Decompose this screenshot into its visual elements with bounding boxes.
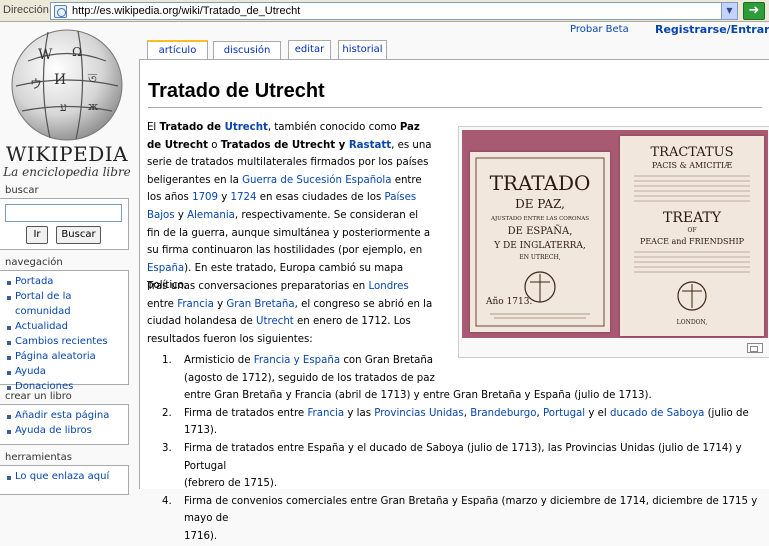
search-heading: buscar: [3, 185, 41, 196]
article-content: Tratado de Utrecht El Tratado de Utrecht…: [139, 59, 769, 542]
link-rastatt[interactable]: Rastatt: [349, 140, 391, 151]
left-book-page: TRATADO DE PAZ, AJUSTADO ENTRE LAS CORON…: [470, 152, 610, 332]
link-brandeburgo[interactable]: Brandeburgo: [470, 408, 536, 419]
crear-item-anadir[interactable]: Añadir esta página: [6, 408, 128, 423]
url-input[interactable]: http://es.wikipedia.org/wiki/Tratado_de_…: [50, 2, 738, 20]
left-book-line1: TRATADO: [490, 171, 591, 195]
right-book-line2: PACIS & AMICITIÆ: [652, 161, 732, 170]
left-book-art: TRATADO DE PAZ, AJUSTADO ENTRE LAS CORON…: [475, 157, 605, 327]
tab-discusion[interactable]: discusión: [213, 41, 281, 60]
link-alemania[interactable]: Alemania: [187, 210, 235, 221]
tools-box: Lo que enlaza aquí: [0, 465, 129, 495]
puzzle-globe-icon: W Ω И ত ウ ע ж: [11, 29, 123, 141]
link-ducado-saboya[interactable]: ducado de Saboya: [610, 408, 704, 419]
navigation-box: Portada Portal de la comunidad Actualida…: [0, 270, 129, 392]
right-book-line1: TRACTATUS: [651, 145, 734, 160]
nav-item-aleatoria[interactable]: Página aleatoria: [6, 349, 128, 364]
page-icon: [54, 5, 67, 18]
wikipedia-logo[interactable]: W Ω И ত ウ ע ж WIKIPEDIA La enciclopedia …: [0, 22, 140, 182]
link-francia-espana[interactable]: Francia y España: [254, 355, 340, 366]
second-paragraph: Tras unas conversaciones preparatorias e…: [147, 281, 433, 345]
svg-text:ж: ж: [88, 100, 98, 113]
article-thumbnail[interactable]: TRATADO DE PAZ, AJUSTADO ENTRE LAS CORON…: [458, 126, 769, 358]
left-book-line6: EN UTRECH,: [519, 254, 560, 261]
register-login-link[interactable]: Registrarse/Entrar: [655, 23, 769, 36]
intro-paragraph: El Tratado de Utrecht, también conocido …: [147, 122, 432, 292]
link-espana[interactable]: España: [147, 263, 184, 274]
svg-text:ウ: ウ: [30, 77, 42, 91]
crear-libro-heading: crear un libro: [3, 391, 74, 402]
nav-item-portal[interactable]: Portal de la comunidad: [6, 289, 128, 319]
right-book-page: TRACTATUS PACIS & AMICITIÆ TREATY OF PEA…: [620, 136, 764, 336]
address-label: Dirección: [3, 4, 49, 16]
page-title: Tratado de Utrecht: [148, 80, 325, 102]
link-provincias-unidas[interactable]: Provincias Unidas: [374, 408, 463, 419]
right-book-art: TRACTATUS PACIS & AMICITIÆ TREATY OF PEA…: [634, 145, 750, 326]
search-input[interactable]: [5, 204, 122, 222]
tab-editar[interactable]: editar: [288, 40, 331, 59]
link-francia-2[interactable]: Francia: [307, 408, 344, 419]
svg-text:Ω: Ω: [72, 45, 82, 59]
navigation-heading: navegación: [3, 257, 65, 268]
go-arrow-icon[interactable]: ➜: [743, 2, 765, 20]
right-book-line4: OF: [687, 227, 696, 234]
search-button[interactable]: Buscar: [56, 226, 101, 244]
title-divider: [148, 107, 762, 108]
logo-wordmark: WIKIPEDIA: [5, 142, 129, 166]
search-box: Ir Buscar: [0, 198, 129, 250]
nav-item-actualidad[interactable]: Actualidad: [6, 319, 128, 334]
nav-item-ayuda[interactable]: Ayuda: [6, 364, 128, 379]
right-book-line3: TREATY: [663, 210, 722, 226]
go-button[interactable]: Ir: [26, 226, 48, 244]
left-book-line3: AJUSTADO ENTRE LAS CORONAS: [490, 216, 589, 222]
link-londres[interactable]: Londres: [369, 281, 409, 292]
svg-text:W: W: [38, 47, 53, 63]
nav-item-portada[interactable]: Portada: [6, 274, 128, 289]
tools-heading: herramientas: [3, 452, 74, 463]
left-book-line2: DE PAZ,: [515, 197, 565, 211]
chevron-down-icon[interactable]: ▼: [721, 3, 737, 19]
link-portugal[interactable]: Portugal: [543, 408, 585, 419]
link-utrecht-2[interactable]: Utrecht: [256, 316, 294, 327]
link-utrecht[interactable]: Utrecht: [225, 122, 268, 133]
link-1724[interactable]: 1724: [231, 192, 257, 203]
list-item: 1. Armisticio de Francia y España con Gr…: [162, 355, 652, 402]
link-guerra-sucesion[interactable]: Guerra de Sucesión Española: [242, 175, 391, 186]
crear-libro-box: Añadir esta página Ayuda de libros: [0, 404, 129, 445]
left-book-year: Año 1713.: [485, 297, 532, 307]
probar-beta-link[interactable]: Probar Beta: [570, 24, 629, 35]
tab-articulo[interactable]: artículo: [147, 40, 208, 60]
link-gran-bretana[interactable]: Gran Bretaña: [226, 299, 294, 310]
tab-historial[interactable]: historial: [338, 40, 387, 59]
left-book-line4: DE ESPAÑA,: [508, 225, 573, 237]
left-book-line5: Y DE INGLATERRA,: [493, 241, 586, 251]
right-book-line5: PEACE and FRIENDSHIP: [640, 237, 745, 246]
svg-text:ע: ע: [60, 100, 67, 114]
results-list: 1. Armisticio de Francia y España con Gr…: [156, 352, 766, 546]
svg-text:И: И: [54, 72, 66, 88]
treaty-image[interactable]: TRATADO DE PAZ, AJUSTADO ENTRE LAS CORON…: [462, 130, 768, 338]
logo-tagline: La enciclopedia libre: [3, 165, 131, 179]
nav-item-cambios[interactable]: Cambios recientes: [6, 334, 128, 349]
list-item: 3. Firma de tratados entre España y el d…: [162, 442, 742, 490]
list-item: 4. Firma de convenios comerciales entre …: [162, 495, 758, 542]
right-book-line6: LONDON,: [677, 319, 708, 326]
tools-item-enlaza[interactable]: Lo que enlaza aquí: [6, 469, 128, 484]
svg-text:ত: ত: [87, 71, 98, 85]
crear-item-ayuda[interactable]: Ayuda de libros: [6, 423, 128, 438]
link-francia[interactable]: Francia: [177, 299, 214, 310]
address-bar: Dirección http://es.wikipedia.org/wiki/T…: [0, 0, 769, 22]
list-item: 2. Firma de tratados entre Francia y las…: [162, 407, 749, 437]
link-1709[interactable]: 1709: [192, 192, 218, 203]
url-text: http://es.wikipedia.org/wiki/Tratado_de_…: [72, 5, 301, 17]
